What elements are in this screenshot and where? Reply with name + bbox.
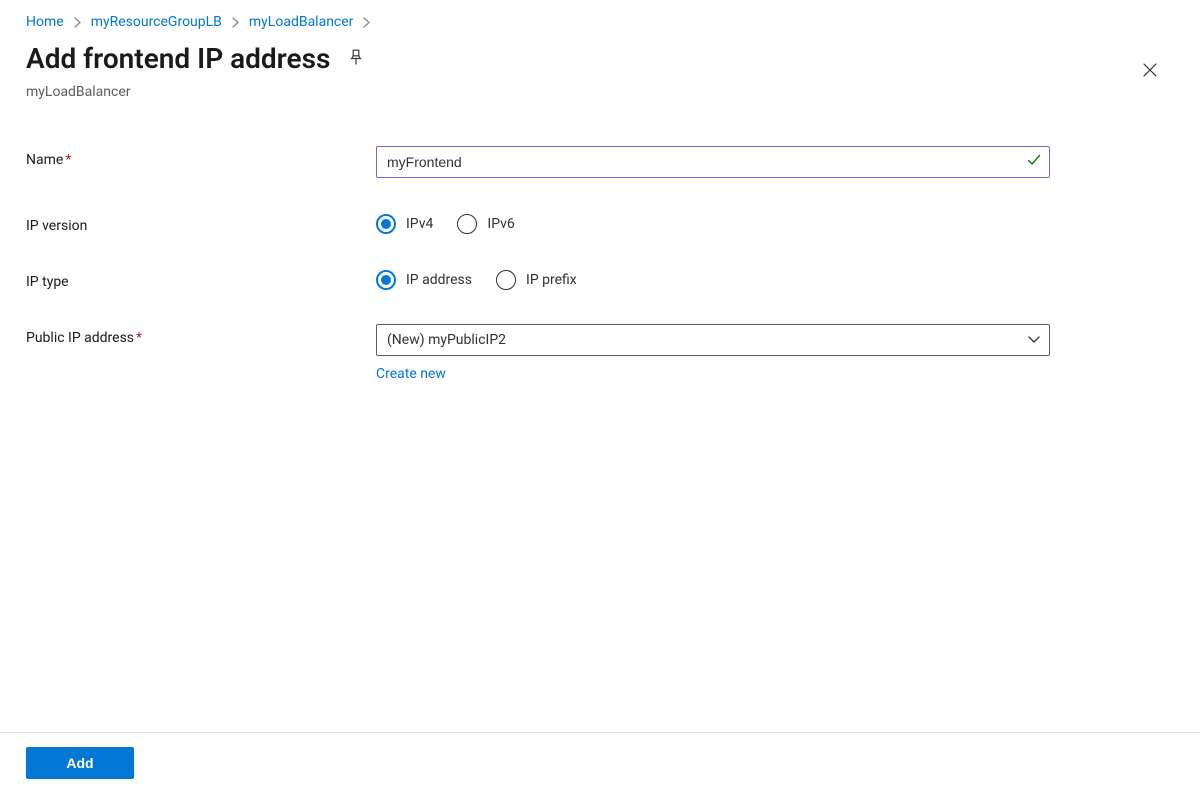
breadcrumb-home[interactable]: Home [26, 14, 64, 30]
ip-version-ipv6-radio[interactable]: IPv6 [457, 214, 514, 234]
add-button[interactable]: Add [26, 747, 134, 779]
page-subtitle: myLoadBalancer [26, 84, 1174, 100]
radio-label: IP prefix [526, 272, 577, 288]
frontend-ip-form: Name* IP version IPv4 [26, 146, 1174, 382]
select-value: (New) myPublicIP2 [387, 332, 506, 348]
radio-label: IP address [406, 272, 472, 288]
ip-version-label: IP version [26, 212, 376, 234]
chevron-right-icon [74, 17, 81, 28]
ip-type-address-radio[interactable]: IP address [376, 270, 472, 290]
name-label: Name* [26, 146, 376, 168]
chevron-down-icon [1028, 332, 1040, 348]
ip-type-radio-group: IP address IP prefix [376, 268, 1050, 290]
ip-version-ipv4-radio[interactable]: IPv4 [376, 214, 433, 234]
pin-icon[interactable] [348, 49, 364, 69]
name-input[interactable] [376, 146, 1050, 178]
close-button[interactable] [1136, 56, 1164, 84]
create-new-public-ip-link[interactable]: Create new [376, 366, 446, 382]
breadcrumb-load-balancer[interactable]: myLoadBalancer [249, 14, 354, 30]
checkmark-icon [1026, 152, 1042, 172]
ip-type-prefix-radio[interactable]: IP prefix [496, 270, 577, 290]
ip-version-radio-group: IPv4 IPv6 [376, 212, 1050, 234]
page-title: Add frontend IP address [26, 42, 330, 76]
chevron-right-icon [232, 17, 239, 28]
radio-label: IPv4 [406, 216, 433, 232]
breadcrumb-resource-group[interactable]: myResourceGroupLB [91, 14, 222, 30]
ip-type-label: IP type [26, 268, 376, 290]
breadcrumb: Home myResourceGroupLB myLoadBalancer [26, 14, 1174, 30]
public-ip-select[interactable]: (New) myPublicIP2 [376, 324, 1050, 356]
footer: Add [0, 732, 1200, 799]
public-ip-label: Public IP address* [26, 324, 376, 346]
chevron-right-icon [363, 17, 370, 28]
radio-label: IPv6 [487, 216, 514, 232]
